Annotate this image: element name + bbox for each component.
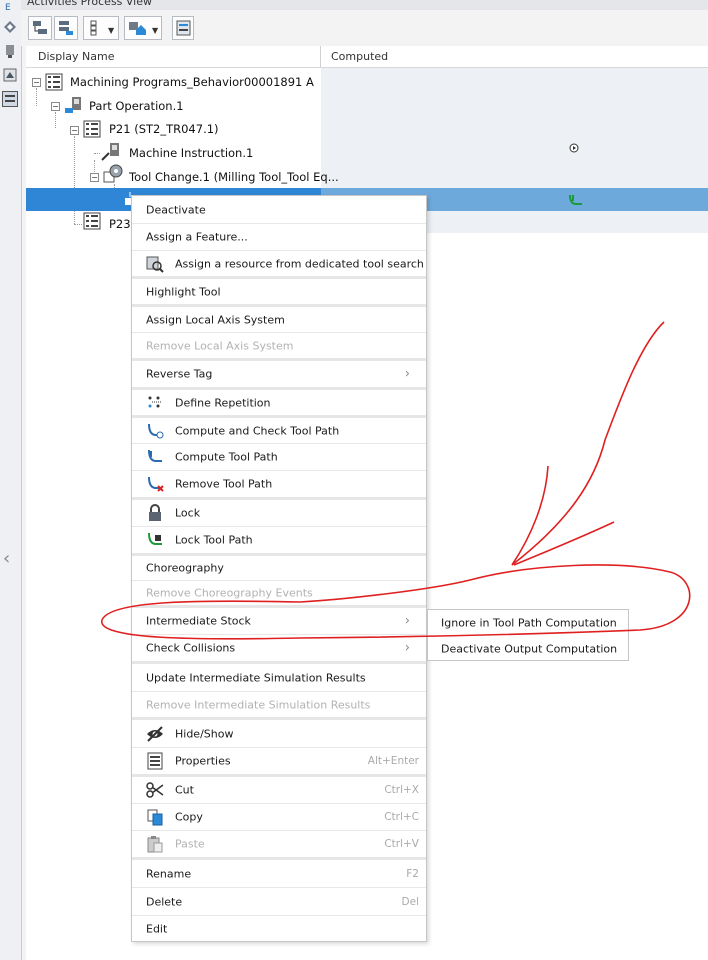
menu-item-highlight-tool[interactable]: Highlight Tool — [132, 279, 426, 307]
collapse-node-icon[interactable]: − — [51, 102, 60, 111]
collapse-node-icon[interactable]: − — [90, 173, 99, 182]
tool-change-icon — [103, 164, 123, 183]
filter-dropdown-button[interactable]: ▼ — [83, 16, 119, 40]
submenu-chevron-icon: › — [404, 613, 410, 629]
menu-item-remove-local-axis[interactable]: Remove Local Axis System — [132, 333, 426, 361]
machine-icon[interactable] — [3, 44, 17, 58]
menu-item-assign-feature[interactable]: Assign a Feature... — [132, 224, 426, 251]
column-separator[interactable] — [320, 46, 321, 67]
menu-item-cut[interactable]: Cut Ctrl+X — [132, 777, 426, 804]
tree-node-part-operation[interactable]: Part Operation.1 — [89, 99, 184, 113]
menu-item-remove-choreography[interactable]: Remove Choreography Events — [132, 581, 426, 608]
menu-item-lock[interactable]: Lock — [132, 500, 426, 527]
part-operation-icon — [65, 97, 81, 113]
panel-title: Activities Process View — [27, 0, 153, 8]
resource-icon[interactable] — [3, 68, 17, 82]
list-icon — [90, 20, 97, 36]
collapse-node-icon[interactable]: − — [70, 126, 79, 135]
toolpath-computed-icon — [569, 194, 582, 205]
app-logo-icon: E — [5, 3, 11, 13]
toolbar: ▼ ▼ — [21, 10, 708, 46]
scissors-icon — [146, 782, 164, 798]
submenu-chevron-icon: › — [404, 366, 410, 382]
menu-item-assign-local-axis[interactable]: Assign Local Axis System — [132, 307, 426, 333]
view-options-button[interactable] — [172, 16, 194, 40]
resource-home-icon — [129, 22, 146, 35]
menu-item-hide-show[interactable]: Hide/Show — [132, 720, 426, 748]
menu-item-update-simulation[interactable]: Update Intermediate Simulation Results — [132, 664, 426, 692]
menu-item-compute-check-toolpath[interactable]: Compute and Check Tool Path — [132, 418, 426, 444]
tree-node-machine-instruction[interactable]: Machine Instruction.1 — [129, 146, 253, 160]
collapse-node-icon[interactable]: − — [32, 78, 41, 87]
left-sidebar: E ‹ — [0, 0, 22, 960]
expand-tree-button[interactable] — [28, 16, 52, 40]
lock-icon — [149, 504, 161, 521]
resource-dropdown-button[interactable]: ▼ — [124, 16, 162, 40]
menu-item-check-collisions[interactable]: Check Collisions › — [132, 635, 426, 664]
compute-toolpath-icon — [148, 449, 162, 462]
lock-toolpath-icon — [148, 532, 162, 545]
menu-item-lock-toolpath[interactable]: Lock Tool Path — [132, 527, 426, 556]
column-display-name[interactable]: Display Name — [38, 50, 115, 63]
tree-header: Display Name Computed — [26, 46, 708, 68]
dropdown-arrow-icon: ▼ — [152, 26, 159, 35]
menu-item-intermediate-stock[interactable]: Intermediate Stock › — [132, 608, 426, 635]
menu-item-paste[interactable]: Paste Ctrl+V — [132, 831, 426, 860]
tree-connector — [36, 88, 37, 106]
repetition-icon — [148, 396, 162, 407]
view-options-icon — [176, 20, 191, 36]
paste-icon — [147, 836, 163, 853]
submenu-item-ignore-computation[interactable]: Ignore in Tool Path Computation — [428, 610, 628, 635]
tree-node-p23[interactable]: P23 — [109, 217, 131, 231]
menu-item-properties[interactable]: Properties Alt+Enter — [132, 748, 426, 777]
menu-item-choreography[interactable]: Choreography — [132, 556, 426, 581]
tree-connector — [74, 224, 82, 225]
machine-instruction-icon — [101, 143, 119, 161]
program-list-icon — [83, 212, 101, 230]
svg-text:E: E — [5, 3, 11, 13]
collapse-panel-icon[interactable]: ‹ — [3, 548, 10, 569]
menu-item-copy[interactable]: Copy Ctrl+C — [132, 804, 426, 831]
menu-item-assign-resource[interactable]: Assign a resource from dedicated tool se… — [132, 251, 426, 279]
compute-check-toolpath-icon — [148, 423, 164, 438]
submenu-item-deactivate-output[interactable]: Deactivate Output Computation — [428, 636, 628, 661]
menu-item-compute-toolpath[interactable]: Compute Tool Path — [132, 444, 426, 471]
tree-node-program[interactable]: Machining Programs_Behavior00001891 A — [70, 75, 314, 89]
menu-item-delete[interactable]: Delete Del — [132, 888, 426, 916]
hide-show-icon — [147, 725, 163, 742]
menu-item-deactivate[interactable]: Deactivate — [132, 196, 426, 224]
menu-item-remove-simulation[interactable]: Remove Intermediate Simulation Results — [132, 692, 426, 720]
menu-item-reverse-tag[interactable]: Reverse Tag › — [132, 361, 426, 390]
menu-item-rename[interactable]: Rename F2 — [132, 860, 426, 888]
intermediate-stock-submenu: Ignore in Tool Path Computation Deactiva… — [427, 609, 629, 661]
process-view-icon[interactable] — [2, 91, 18, 107]
tree-connector — [55, 112, 56, 128]
menu-item-define-repetition[interactable]: Define Repetition — [132, 390, 426, 418]
play-status-icon — [569, 143, 579, 153]
column-computed[interactable]: Computed — [331, 50, 388, 63]
diamond-tool-icon[interactable] — [3, 20, 17, 34]
resource-search-icon — [146, 256, 164, 273]
menu-item-remove-toolpath[interactable]: Remove Tool Path — [132, 471, 426, 500]
dropdown-arrow-icon: ▼ — [108, 26, 115, 35]
menu-item-edit[interactable]: Edit — [132, 916, 426, 941]
remove-toolpath-icon — [148, 476, 164, 492]
collapse-tree-button[interactable] — [54, 16, 78, 40]
copy-icon — [147, 809, 163, 826]
properties-icon — [147, 752, 163, 770]
submenu-chevron-icon: › — [404, 640, 410, 656]
expand-tree-icon — [33, 21, 47, 34]
program-list-icon — [83, 120, 101, 138]
program-list-icon — [45, 73, 63, 91]
collapse-tree-icon — [59, 21, 73, 35]
tree-node-p21[interactable]: P21 (ST2_TR047.1) — [109, 122, 219, 136]
context-menu: Deactivate Assign a Feature... Assign a … — [131, 195, 427, 942]
tree-node-tool-change[interactable]: Tool Change.1 (Milling Tool_Tool Eq... — [129, 170, 339, 184]
